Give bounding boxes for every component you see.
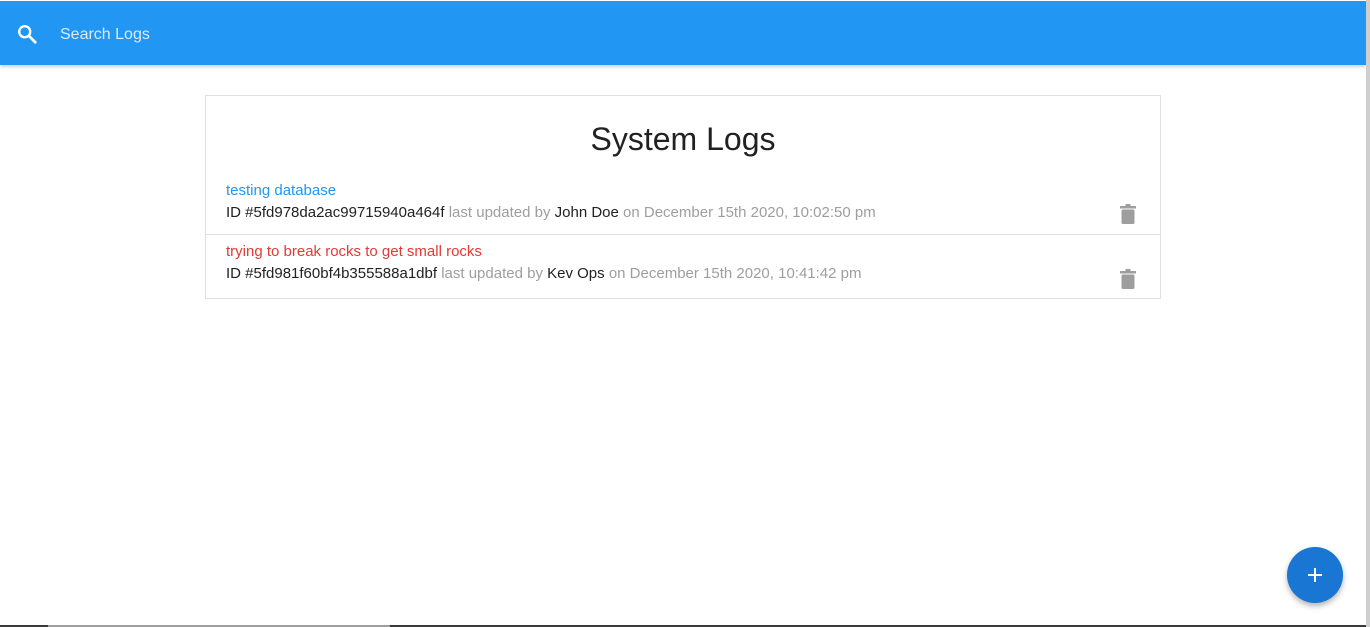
add-log-button[interactable] [1287,547,1343,603]
log-id: ID #5fd978da2ac99715940a464f [226,204,445,221]
log-updated-text: last updated by [448,204,551,221]
delete-icon[interactable] [1120,204,1136,224]
collection-header: System Logs [206,96,1160,174]
log-message-link[interactable]: trying to break rocks to get small rocks [226,243,482,261]
log-tech: John Doe [554,204,619,221]
log-date: on December 15th 2020, 10:41:42 pm [608,265,862,282]
logs-collection: System Logs testing database ID #5fd978d… [205,95,1161,299]
log-message-link[interactable]: testing database [226,182,336,200]
log-updated-text: last updated by [441,265,543,282]
log-tech: Kev Ops [547,265,605,282]
log-id: ID #5fd981f60bf4b355588a1dbf [226,265,438,282]
log-meta: ID #5fd978da2ac99715940a464f last update… [226,204,876,222]
log-item: trying to break rocks to get small rocks… [206,234,1160,299]
scrollbar[interactable] [1366,0,1370,627]
page-title: System Logs [590,121,776,157]
log-item: testing database ID #5fd978da2ac99715940… [206,174,1160,234]
search-input[interactable] [60,19,560,51]
log-date: on December 15th 2020, 10:02:50 pm [623,204,876,221]
log-meta: ID #5fd981f60bf4b355588a1dbf last update… [226,265,862,283]
delete-icon[interactable] [1120,269,1136,289]
add-icon [1308,568,1322,582]
search-icon[interactable] [16,23,38,45]
app: System Logs testing database ID #5fd978d… [0,0,1370,627]
search-bar [0,1,1366,65]
